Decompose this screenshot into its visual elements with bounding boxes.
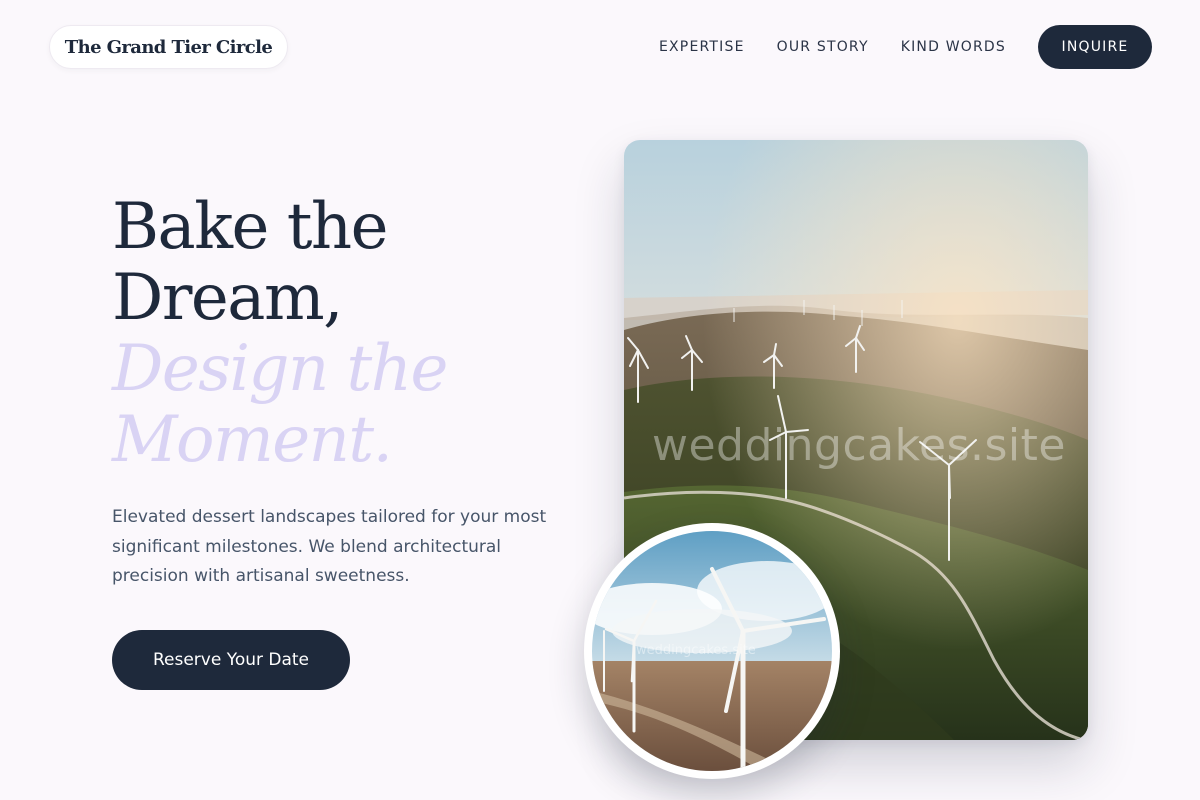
inquire-button[interactable]: INQUIRE [1038,25,1152,69]
reserve-date-button[interactable]: Reserve Your Date [112,630,350,690]
nav-link-kind-words[interactable]: KIND WORDS [901,39,1006,55]
nav-link-our-story[interactable]: OUR STORY [777,39,869,55]
image-watermark: weddingcakes.site [652,420,1066,471]
inset-image-frame: weddingcakes.site [584,523,840,779]
inset-turbine-image: weddingcakes.site [592,531,832,771]
nav-link-expertise[interactable]: EXPERTISE [659,39,745,55]
brand-name: The Grand Tier Circle [64,36,273,58]
page: The Grand Tier Circle EXPERTISE OUR STOR… [0,0,1200,800]
hero-description: Elevated dessert landscapes tailored for… [112,507,547,586]
brand-logo[interactable]: The Grand Tier Circle [49,25,288,69]
main-nav: EXPERTISE OUR STORY KIND WORDS INQUIRE [659,25,1152,69]
headline-line-2: Dream, [112,261,343,335]
inset-image-watermark: weddingcakes.site [636,643,756,658]
hero-headline: Bake the Dream, Design the Moment. [112,190,448,477]
headline-accent-line-2: Moment. [112,403,393,477]
headline-line-1: Bake the [112,190,388,264]
headline-accent-line-1: Design the [112,332,448,406]
